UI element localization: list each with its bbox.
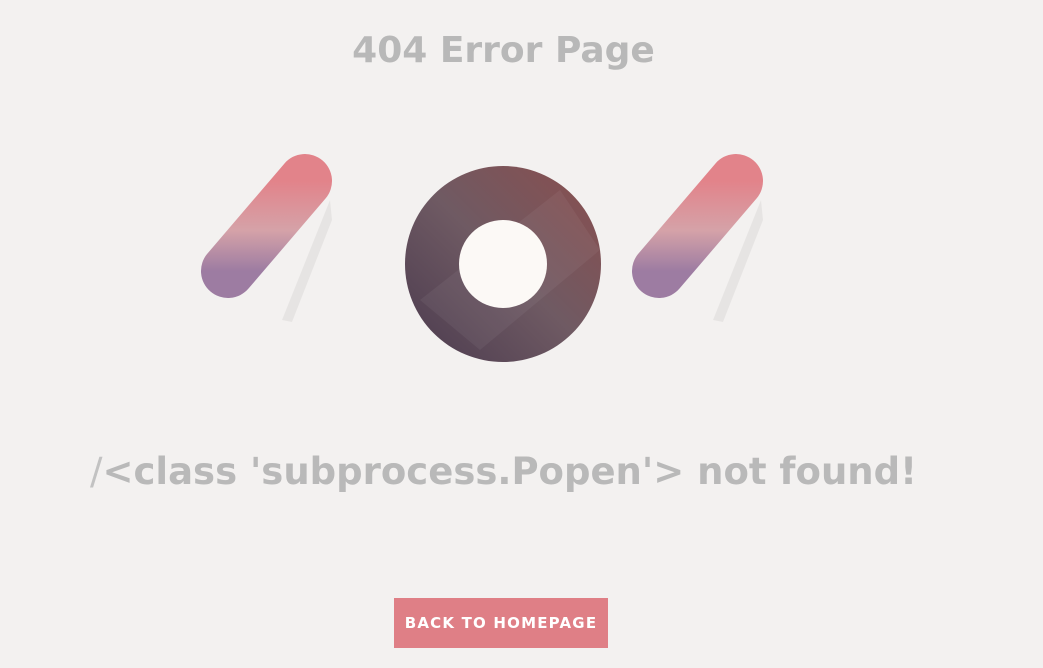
digit-four-right — [632, 154, 805, 352]
zero-hole — [459, 220, 547, 308]
path-slash: / — [90, 450, 103, 493]
digit-zero — [405, 166, 601, 362]
digit-four-left — [201, 154, 373, 352]
404-illustration — [201, 154, 805, 362]
back-to-homepage-button[interactable]: BACK TO HOMEPAGE — [394, 598, 608, 648]
error-message-text: <class 'subprocess.Popen'> not found! — [102, 450, 917, 493]
error-message: /<class 'subprocess.Popen'> not found! — [0, 450, 1007, 493]
